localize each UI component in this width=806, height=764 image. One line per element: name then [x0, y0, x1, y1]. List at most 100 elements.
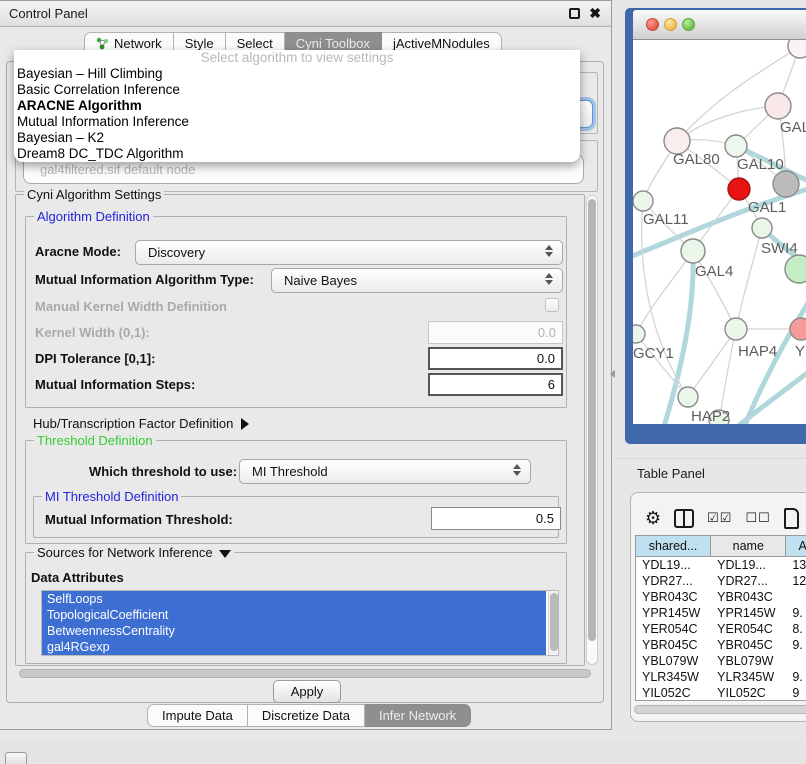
table-cell[interactable]: YDR27...: [636, 573, 711, 589]
network-node[interactable]: [788, 40, 806, 58]
manual-kernel-checkbox[interactable]: [545, 298, 559, 312]
table-cell[interactable]: [786, 589, 806, 605]
apply-button-label: Apply: [291, 684, 324, 699]
mi-threshold-input[interactable]: [431, 507, 561, 530]
list-item[interactable]: gal4RGexp: [42, 639, 546, 655]
table-cell[interactable]: YPR145W: [636, 605, 711, 621]
table-cell[interactable]: YPR145W: [711, 605, 786, 621]
network-node[interactable]: [765, 93, 791, 119]
table-cell[interactable]: YBR043C: [711, 589, 786, 605]
column-header-shared-name[interactable]: shared...: [636, 536, 711, 556]
hub-definition-expander[interactable]: Hub/Transcription Factor Definition: [33, 416, 249, 431]
network-node[interactable]: [725, 318, 747, 340]
table-row[interactable]: YBL079W YBL079W: [636, 653, 806, 669]
network-window-titlebar[interactable]: [633, 10, 806, 40]
which-threshold-combo[interactable]: MI Threshold: [239, 459, 531, 484]
zoom-traffic-light[interactable]: [682, 18, 695, 31]
table-horizontal-scrollbar-thumb[interactable]: [634, 705, 806, 714]
aracne-mode-combo[interactable]: Discovery: [135, 240, 563, 265]
tab-discretize-data[interactable]: Discretize Data: [248, 704, 365, 727]
settings-vertical-scrollbar-thumb[interactable]: [588, 199, 596, 641]
gear-icon[interactable]: ⚙: [645, 508, 661, 528]
table-cell[interactable]: YDL19...: [711, 557, 786, 573]
table-cell[interactable]: YLR345W: [636, 669, 711, 685]
network-node[interactable]: [785, 255, 806, 283]
column-header-name[interactable]: name: [711, 536, 786, 556]
attributes-list-scrollbar[interactable]: [548, 591, 558, 656]
mi-steps-input[interactable]: [428, 373, 563, 396]
network-node[interactable]: [678, 387, 698, 407]
dropdown-item[interactable]: Mutual Information Inference: [14, 114, 580, 130]
table-row[interactable]: YLR345W YLR345W 9.: [636, 669, 806, 685]
network-node-selected[interactable]: [728, 178, 750, 200]
tab-impute-data[interactable]: Impute Data: [147, 704, 248, 727]
minimize-traffic-light[interactable]: [664, 18, 677, 31]
network-node[interactable]: [790, 318, 806, 340]
close-traffic-light[interactable]: [646, 18, 659, 31]
apply-button[interactable]: Apply: [273, 680, 341, 703]
table-cell[interactable]: YER054C: [636, 621, 711, 637]
node-label: HAP2: [691, 408, 730, 424]
settings-horizontal-scrollbar-thumb[interactable]: [19, 669, 591, 678]
dropdown-item[interactable]: Dream8 DC_TDC Algorithm: [14, 146, 580, 162]
table-row[interactable]: YDR27... YDR27... 12: [636, 573, 806, 589]
table-row[interactable]: YBR045C YBR045C 9.: [636, 637, 806, 653]
network-node[interactable]: [725, 135, 747, 157]
table-cell[interactable]: YER054C: [711, 621, 786, 637]
list-item[interactable]: BetweennessCentrality: [42, 623, 546, 639]
dropdown-item[interactable]: Bayesian – K2: [14, 130, 580, 146]
dpi-tolerance-input[interactable]: [428, 347, 563, 370]
table-cell[interactable]: 12: [786, 573, 806, 589]
tab-infer-network[interactable]: Infer Network: [365, 704, 471, 727]
table-cell[interactable]: YIL052C: [636, 685, 711, 701]
table-cell[interactable]: 9.: [786, 669, 806, 685]
table-cell[interactable]: YIL052C: [711, 685, 786, 701]
network-node[interactable]: [681, 239, 705, 263]
table-cell[interactable]: YLR345W: [711, 669, 786, 685]
table-cell[interactable]: YBR043C: [636, 589, 711, 605]
table-cell[interactable]: YDL19...: [636, 557, 711, 573]
table-cell[interactable]: YBR045C: [636, 637, 711, 653]
float-window-icon[interactable]: [569, 8, 580, 19]
table-cell[interactable]: 9.: [786, 605, 806, 621]
table-cell[interactable]: YBR045C: [711, 637, 786, 653]
data-attributes-list[interactable]: SelfLoops TopologicalCoefficient Between…: [41, 590, 559, 656]
network-node[interactable]: [752, 218, 772, 238]
columns-icon[interactable]: [674, 509, 694, 528]
network-node[interactable]: [633, 191, 653, 211]
table-cell[interactable]: 9.: [786, 637, 806, 653]
table-cell[interactable]: [786, 653, 806, 669]
table-row[interactable]: YBR043C YBR043C: [636, 589, 806, 605]
settings-vertical-scrollbar[interactable]: [586, 195, 598, 665]
table-horizontal-scrollbar[interactable]: [634, 705, 806, 715]
network-canvas[interactable]: GAL GAL80 GAL10 GAL1 GAL11 SWI4 GAL4 GCY…: [633, 40, 806, 424]
network-node[interactable]: [633, 325, 645, 343]
table-cell[interactable]: 13: [786, 557, 806, 573]
dropdown-item[interactable]: Bayesian – Hill Climbing: [14, 66, 580, 82]
table-cell[interactable]: YBL079W: [636, 653, 711, 669]
split-pane-handle[interactable]: [610, 370, 615, 378]
table-row[interactable]: YDL19... YDL19... 13: [636, 557, 806, 573]
table-cell[interactable]: 8.: [786, 621, 806, 637]
kernel-width-input[interactable]: [428, 321, 563, 344]
bottom-left-button[interactable]: [5, 752, 27, 764]
table-cell[interactable]: YBL079W: [711, 653, 786, 669]
function-builder-icon[interactable]: [784, 508, 799, 529]
table-cell[interactable]: YDR27...: [711, 573, 786, 589]
list-item[interactable]: SelfLoops: [42, 591, 546, 607]
dropdown-item[interactable]: Basic Correlation Inference: [14, 82, 580, 98]
close-icon[interactable]: ✖: [589, 6, 601, 20]
select-all-checks-icon[interactable]: ☑☑: [707, 510, 732, 526]
table-row[interactable]: YPR145W YPR145W 9.: [636, 605, 806, 621]
mi-type-combo[interactable]: Naive Bayes: [271, 268, 563, 293]
network-node[interactable]: [773, 171, 799, 197]
list-item[interactable]: TopologicalCoefficient: [42, 607, 546, 623]
table-cell[interactable]: 9: [786, 685, 806, 701]
column-header-partial[interactable]: A: [786, 536, 806, 556]
sources-legend[interactable]: Sources for Network Inference: [34, 545, 234, 560]
attributes-list-scrollbar-thumb[interactable]: [550, 593, 558, 651]
dropdown-item-selected[interactable]: ARACNE Algorithm: [14, 98, 580, 114]
deselect-all-checks-icon[interactable]: ☐☐: [745, 510, 770, 526]
table-row[interactable]: YER054C YER054C 8.: [636, 621, 806, 637]
table-row[interactable]: YIL052C YIL052C 9: [636, 685, 806, 701]
